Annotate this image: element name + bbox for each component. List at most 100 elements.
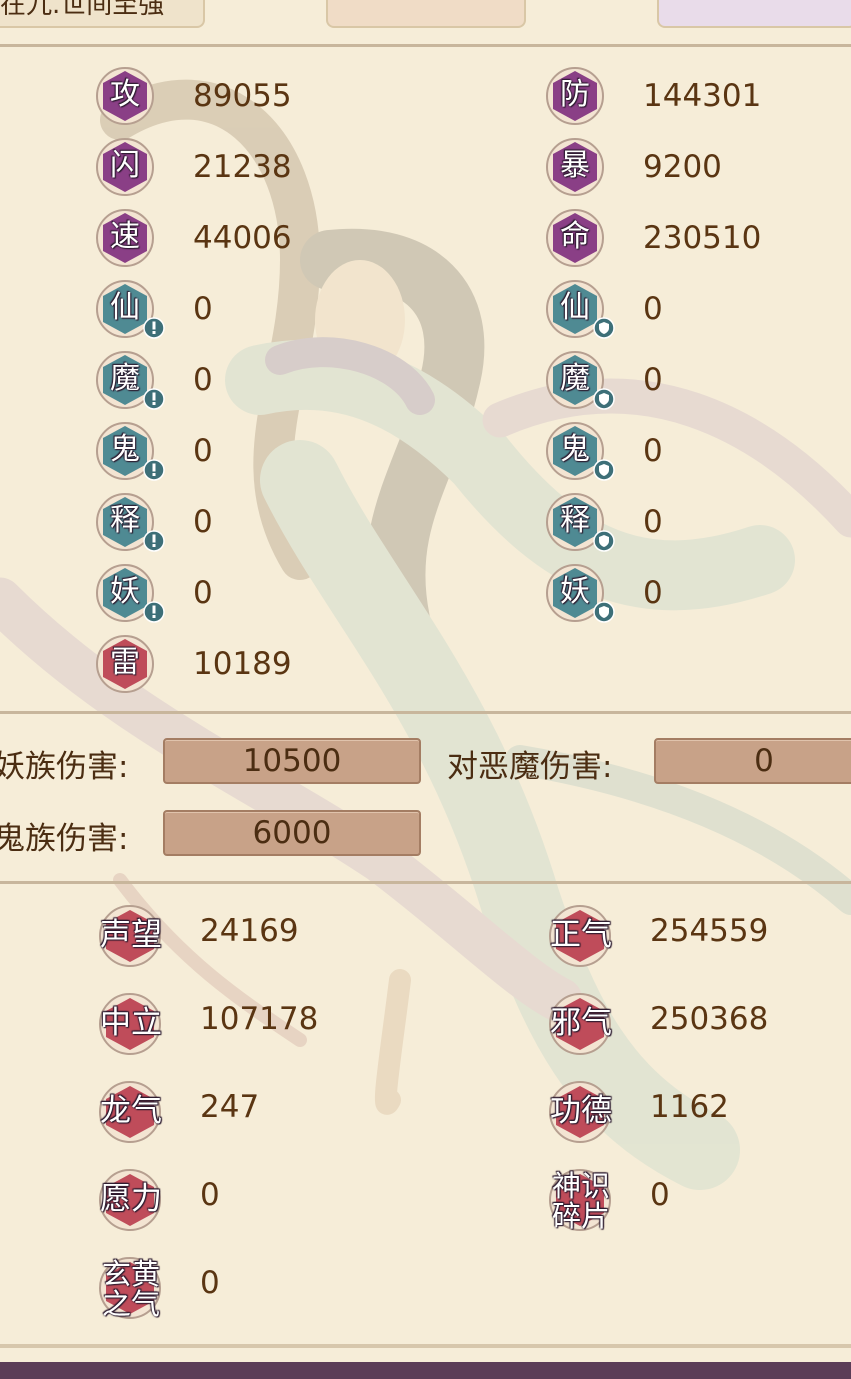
stat-value: 0 bbox=[643, 291, 663, 327]
attribute-value: 0 bbox=[650, 1177, 670, 1213]
stat-glyph: 命 bbox=[560, 219, 590, 254]
stat-badge: 防 bbox=[545, 66, 605, 126]
stat-value: 89055 bbox=[193, 78, 292, 114]
stat-value: 9200 bbox=[643, 149, 722, 185]
attribute-value: 0 bbox=[200, 1177, 220, 1213]
stat-badge: 攻 bbox=[95, 66, 155, 126]
stat-value: 0 bbox=[643, 433, 663, 469]
stat-item: 雷 10189 bbox=[95, 634, 355, 694]
attack-alert-icon bbox=[143, 388, 165, 410]
stat-glyph: 暴 bbox=[560, 148, 590, 183]
stat-item: 命 230510 bbox=[545, 208, 805, 268]
stat-item: 攻 89055 bbox=[95, 66, 355, 126]
attribute-label-line: 之气 bbox=[101, 1287, 160, 1321]
stat-badge: 命 bbox=[545, 208, 605, 268]
stat-glyph: 速 bbox=[110, 219, 140, 254]
attribute-value: 1162 bbox=[650, 1089, 729, 1125]
stat-glyph: 攻 bbox=[110, 77, 140, 112]
shield-icon bbox=[593, 388, 615, 410]
attribute-item: 中立 107178 bbox=[96, 991, 376, 1055]
shield-icon bbox=[593, 530, 615, 552]
damage-value-ghost: 6000 bbox=[163, 810, 421, 856]
damage-value-yao: 10500 bbox=[163, 738, 421, 784]
shield-icon bbox=[593, 601, 615, 623]
stat-item: 鬼0 bbox=[545, 421, 805, 481]
damage-label-yao: 妖族伤害: bbox=[0, 749, 129, 785]
attribute-value: 250368 bbox=[650, 1001, 769, 1037]
attribute-value: 0 bbox=[200, 1265, 220, 1301]
stat-item: 速 44006 bbox=[95, 208, 355, 268]
stat-badge: 速 bbox=[95, 208, 155, 268]
damage-value-demon: 0 bbox=[654, 738, 851, 784]
divider-bottom bbox=[0, 1344, 851, 1348]
attribute-label: 神识 碎片 bbox=[546, 1171, 616, 1231]
stat-value: 10189 bbox=[193, 646, 292, 682]
stat-badge: 雷 bbox=[95, 634, 155, 694]
attribute-label-line: 玄黄 bbox=[101, 1257, 160, 1291]
attribute-item: 玄黄 之气 0 bbox=[96, 1255, 376, 1319]
stat-item: 妖0 bbox=[95, 563, 355, 623]
stat-value: 230510 bbox=[643, 220, 762, 256]
divider-damage bbox=[0, 881, 851, 884]
attribute-label: 龙气 bbox=[100, 1093, 162, 1129]
attribute-label-line: 碎片 bbox=[551, 1199, 610, 1233]
stat-badge: 暴 bbox=[545, 137, 605, 197]
stat-item: 释0 bbox=[95, 492, 355, 552]
attribute-label: 玄黄 之气 bbox=[96, 1259, 166, 1319]
stat-glyph: 闪 bbox=[110, 148, 140, 183]
stat-item: 魔0 bbox=[95, 350, 355, 410]
attribute-value: 24169 bbox=[200, 913, 299, 949]
stat-value: 144301 bbox=[643, 78, 762, 114]
attribute-label-line: 神识 bbox=[551, 1169, 610, 1203]
stat-item: 暴 9200 bbox=[545, 137, 805, 197]
attribute-value: 254559 bbox=[650, 913, 769, 949]
damage-label-ghost: 鬼族伤害: bbox=[0, 821, 129, 857]
stat-value: 0 bbox=[193, 362, 213, 398]
stat-glyph: 雷 bbox=[110, 645, 140, 680]
divider-stats bbox=[0, 711, 851, 714]
stat-value: 44006 bbox=[193, 220, 292, 256]
attribute-item: 声望 24169 bbox=[96, 903, 376, 967]
damage-value-demon-text: 0 bbox=[754, 743, 774, 779]
stat-value: 0 bbox=[643, 575, 663, 611]
divider-top bbox=[0, 44, 851, 47]
stat-value: 0 bbox=[193, 575, 213, 611]
stat-glyph: 防 bbox=[560, 77, 590, 112]
attribute-label: 邪气 bbox=[550, 1005, 612, 1041]
stat-item: 防 144301 bbox=[545, 66, 805, 126]
attribute-item: 邪气 250368 bbox=[546, 991, 826, 1055]
top-tab-strip: 在九.世间至强 bbox=[0, 0, 851, 46]
damage-label-demon: 对恶魔伤害: bbox=[447, 749, 613, 785]
attack-alert-icon bbox=[143, 530, 165, 552]
tab-third[interactable] bbox=[657, 0, 851, 28]
stat-value: 0 bbox=[193, 291, 213, 327]
stat-item: 仙0 bbox=[545, 279, 805, 339]
attribute-item: 功德 1162 bbox=[546, 1079, 826, 1143]
attribute-label: 中立 bbox=[100, 1005, 162, 1041]
shield-icon bbox=[593, 317, 615, 339]
stat-value: 21238 bbox=[193, 149, 292, 185]
attribute-item: 愿力 0 bbox=[96, 1167, 376, 1231]
attribute-value: 107178 bbox=[200, 1001, 319, 1037]
stat-item: 仙0 bbox=[95, 279, 355, 339]
shield-icon bbox=[593, 459, 615, 481]
attribute-label: 愿力 bbox=[100, 1181, 162, 1217]
stat-value: 0 bbox=[193, 433, 213, 469]
attribute-label: 声望 bbox=[100, 917, 162, 953]
attack-alert-icon bbox=[143, 459, 165, 481]
stat-item: 妖0 bbox=[545, 563, 805, 623]
attribute-label: 正气 bbox=[550, 917, 612, 953]
attribute-label: 功德 bbox=[550, 1093, 612, 1129]
attribute-item: 神识 碎片 0 bbox=[546, 1167, 826, 1231]
attack-alert-icon bbox=[143, 317, 165, 339]
stat-value: 0 bbox=[643, 504, 663, 540]
stat-value: 0 bbox=[193, 504, 213, 540]
stat-value: 0 bbox=[643, 362, 663, 398]
attribute-item: 正气 254559 bbox=[546, 903, 826, 967]
attack-alert-icon bbox=[143, 601, 165, 623]
stat-badge: 闪 bbox=[95, 137, 155, 197]
stat-item: 鬼0 bbox=[95, 421, 355, 481]
tab-current-label: 在九.世间至强 bbox=[0, 0, 165, 20]
tab-current[interactable]: 在九.世间至强 bbox=[0, 0, 205, 28]
tab-second[interactable] bbox=[326, 0, 526, 28]
